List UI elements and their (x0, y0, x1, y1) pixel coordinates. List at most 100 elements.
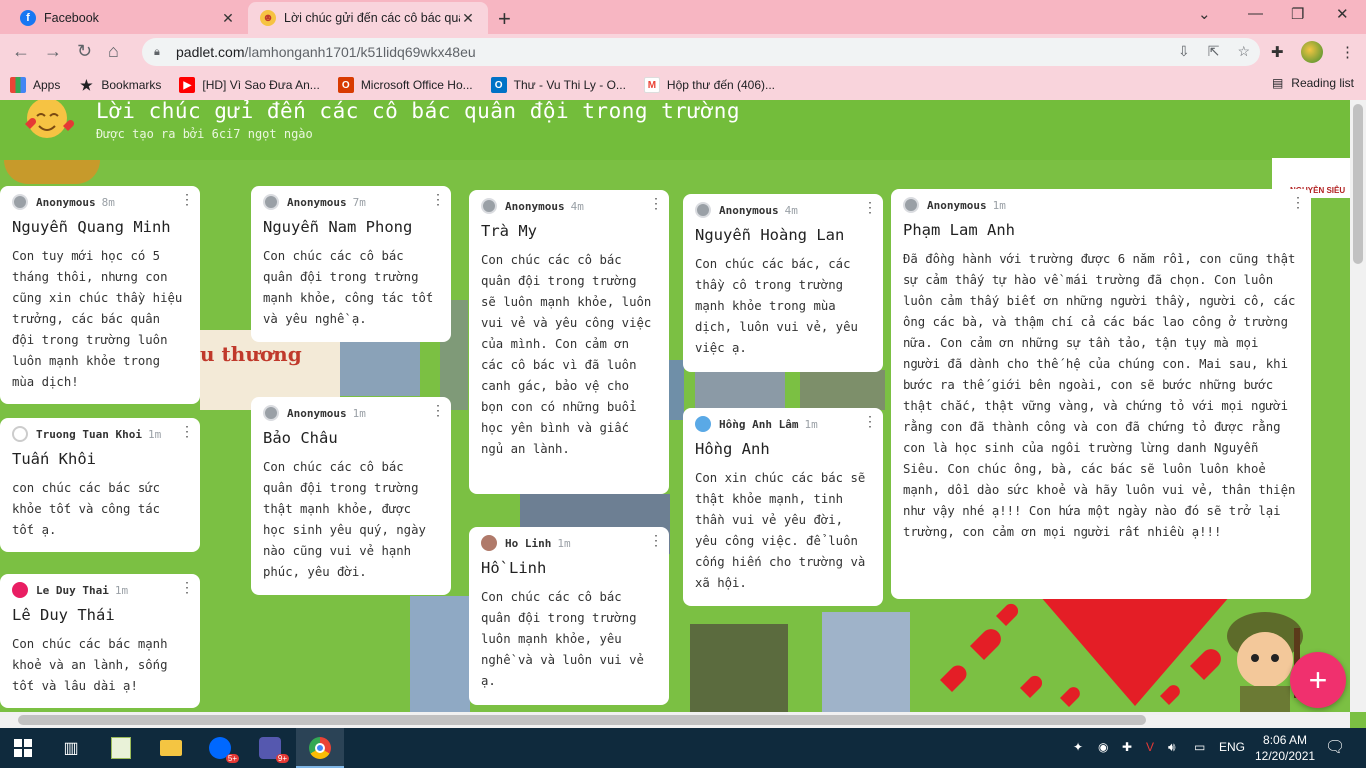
tab-padlet[interactable]: ☻ Lời chúc gửi đến các cô bác quân ✕ (248, 2, 488, 34)
security-tray-icon[interactable]: ✚ (1122, 740, 1132, 754)
post-title: Hồ Linh (481, 559, 547, 577)
avatar (481, 198, 497, 214)
post-body: Con chúc các bác, các thầy cô trong trườ… (695, 257, 858, 355)
meet-icon[interactable]: ✦ (1073, 740, 1083, 754)
reload-icon[interactable]: ↻ (77, 41, 92, 62)
background-photo (410, 596, 470, 712)
language-indicator[interactable]: ENG (1219, 740, 1245, 754)
post-body: Con chúc các cô bác quân đội trong trườn… (481, 253, 652, 456)
post-author: Hồng Anh Lâm (719, 417, 799, 431)
scroll-thumb[interactable] (1353, 104, 1363, 264)
post-card[interactable]: Anonymous 7m ⋮ Nguyễn Nam Phong Con chúc … (251, 186, 451, 342)
clock-date: 12/20/2021 (1255, 749, 1316, 763)
avatar (12, 194, 28, 210)
post-card[interactable]: Anonymous 4m ⋮ Nguyễn Hoàng Lan Con chúc … (683, 194, 883, 372)
post-title: Nguyễn Quang Minh (12, 218, 171, 236)
post-body: Con tuy mới học có 5 tháng thôi, nhưng c… (12, 249, 183, 389)
bookmark-youtube[interactable]: ▶ [HD] Vì Sao Đưa An... (179, 77, 320, 93)
bookmark-apps[interactable]: Apps (10, 77, 60, 93)
clock-time: 8:06 AM (1263, 733, 1308, 747)
close-icon[interactable]: ✕ (220, 10, 236, 27)
address-bar[interactable]: 🔒︎ padlet.com/lamhonganh1701/k51lidq69wk… (142, 38, 1260, 66)
more-menu-icon[interactable]: ⋮ (1340, 43, 1355, 61)
board-title: Lời chúc gửi đến các cô bác quân đội tro… (96, 100, 741, 123)
home-icon[interactable]: ⌂ (108, 41, 119, 62)
tab-search-icon[interactable]: ⌄ (1198, 5, 1211, 23)
bookmark-outlook[interactable]: O Thư - Vu Thi Ly - O... (490, 77, 626, 93)
antivirus-tray-icon[interactable]: V (1146, 740, 1154, 754)
post-card[interactable]: Hồng Anh Lâm 1m ⋮ Hồng Anh Con xin chúc c… (683, 408, 883, 606)
horizontal-scrollbar[interactable] (0, 712, 1350, 728)
spreadsheet-app-icon[interactable] (107, 734, 135, 762)
post-author: Ho Linh (505, 536, 552, 550)
post-card[interactable]: Ho Linh 1m ⋮ Hồ Linh Con chúc các cô bác … (469, 527, 669, 705)
star-icon: ★ (80, 76, 93, 93)
post-card[interactable]: Anonymous 1m ⋮ Bảo Châu Con chúc các cô b… (251, 397, 451, 595)
avatar (695, 416, 711, 432)
scroll-thumb[interactable] (18, 715, 1146, 725)
teams-icon[interactable]: 9+ (256, 734, 289, 763)
volume-icon[interactable]: 🔊︎ (1168, 740, 1176, 755)
post-menu-icon[interactable]: ⋮ (180, 580, 194, 596)
post-time: 1m (804, 417, 818, 431)
bookmark-star-icon[interactable]: ☆ (1237, 43, 1250, 60)
post-menu-icon[interactable]: ⋮ (649, 533, 663, 549)
post-menu-icon[interactable]: ⋮ (431, 192, 445, 208)
youtube-icon: ▶ (179, 77, 196, 93)
post-menu-icon[interactable]: ⋮ (649, 196, 663, 212)
add-post-button[interactable]: + (1290, 652, 1346, 708)
background-photo (695, 372, 785, 408)
forward-icon[interactable]: → (44, 41, 62, 62)
profile-avatar[interactable] (1301, 41, 1323, 63)
lock-icon[interactable]: 🔒︎ (154, 46, 166, 58)
bookmark-label: Apps (33, 78, 61, 92)
back-icon[interactable]: ← (12, 41, 30, 62)
post-card[interactable]: Anonymous 4m ⋮ Trà My Con chúc các cô bác… (469, 190, 669, 494)
system-clock[interactable]: 8:06 AM 12/20/2021 (1255, 732, 1315, 764)
file-explorer-icon[interactable] (157, 734, 185, 762)
post-menu-icon[interactable]: ⋮ (1291, 195, 1305, 211)
post-card[interactable]: Anonymous 1m ⋮ Phạm Lam Anh Đã đồng hành … (891, 189, 1311, 599)
share-icon[interactable]: ⇱ (1208, 43, 1220, 60)
reading-list-label: Reading list (1291, 76, 1354, 90)
new-tab-button[interactable]: + (498, 6, 511, 32)
tab-facebook[interactable]: f Facebook ✕ (8, 2, 248, 34)
vertical-scrollbar[interactable] (1350, 100, 1366, 712)
post-menu-icon[interactable]: ⋮ (180, 192, 194, 208)
post-card[interactable]: Truong Tuan Khoi 1m ⋮ Tuấn Khôi con chúc … (0, 418, 200, 552)
post-time: 7m (352, 195, 366, 209)
post-menu-icon[interactable]: ⋮ (180, 424, 194, 440)
zalo-tray-icon[interactable]: ◉ (1098, 740, 1108, 754)
reading-list-button[interactable]: ▤ Reading list (1272, 76, 1354, 90)
post-card[interactable]: Le Duy Thai 1m ⋮ Lê Duy Thái Con chúc các… (0, 574, 200, 708)
network-icon[interactable]: ▭ (1194, 740, 1205, 754)
office-icon: O (337, 77, 354, 93)
task-view-icon[interactable]: ▥ (57, 734, 85, 762)
post-author: Truong Tuan Khoi (36, 427, 142, 441)
bookmark-gmail[interactable]: M Hộp thư đến (406)... (643, 77, 775, 93)
close-window-button[interactable]: ✕ (1336, 5, 1349, 23)
restore-button[interactable]: ❐ (1291, 5, 1304, 23)
zalo-icon[interactable]: 5+ (206, 734, 239, 763)
post-menu-icon[interactable]: ⋮ (431, 403, 445, 419)
tab-title: Lời chúc gửi đến các cô bác quân (284, 11, 460, 25)
notifications-icon[interactable]: 🗨︎ (1325, 737, 1345, 757)
windows-start-icon[interactable] (9, 734, 37, 762)
background-emblem (4, 160, 100, 184)
apps-grid-icon (10, 77, 26, 93)
minimize-button[interactable]: — (1248, 5, 1263, 22)
bookmark-office[interactable]: O Microsoft Office Ho... (337, 77, 473, 93)
install-icon[interactable]: ⇩ (1178, 43, 1190, 60)
smiling-hearts-emoji-icon (25, 100, 75, 138)
background-photo (668, 360, 684, 420)
board-subtitle: Được tạo ra bởi 6ci7 ngọt ngào (96, 127, 313, 141)
post-title: Nguyễn Hoàng Lan (695, 226, 845, 244)
chrome-icon[interactable] (306, 734, 334, 762)
close-icon[interactable]: ✕ (460, 10, 476, 27)
post-menu-icon[interactable]: ⋮ (863, 200, 877, 216)
avatar (903, 197, 919, 213)
bookmark-bookmarks[interactable]: ★ Bookmarks (78, 77, 161, 93)
post-card[interactable]: Anonymous 8m ⋮ Nguyễn Quang Minh Con tuy … (0, 186, 200, 404)
extensions-icon[interactable]: ✚ (1271, 43, 1284, 61)
post-menu-icon[interactable]: ⋮ (863, 414, 877, 430)
